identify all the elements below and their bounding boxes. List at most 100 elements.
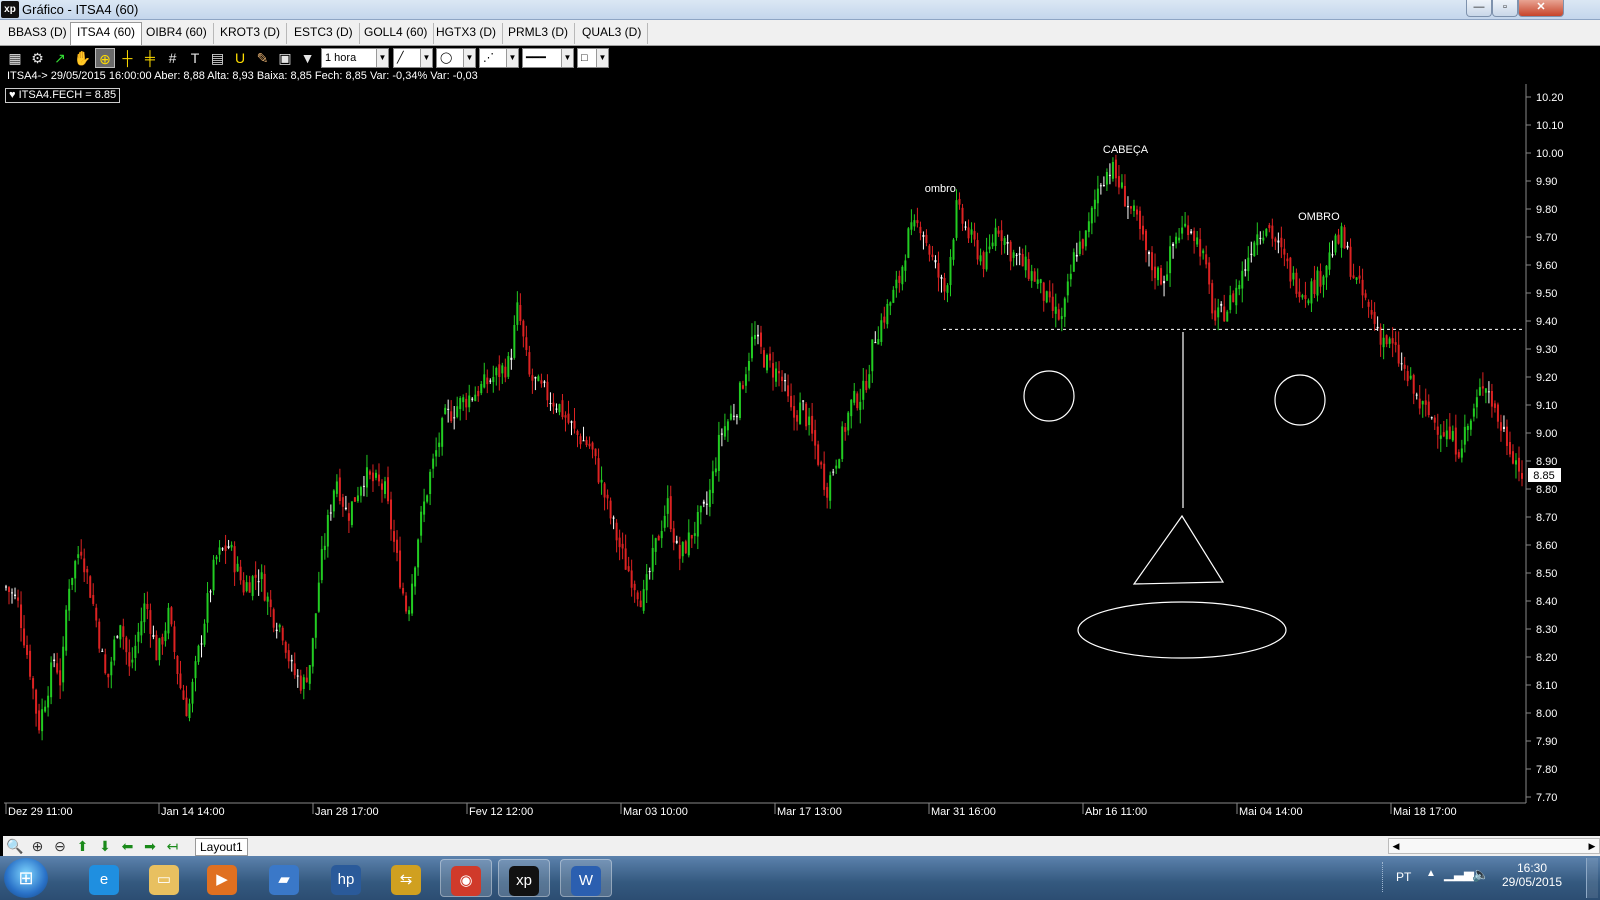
restore-button[interactable]: ▫ (1492, 0, 1518, 17)
candle-body (245, 582, 248, 592)
hand-icon[interactable]: ✋ (73, 48, 93, 68)
dropdown-arrow-icon[interactable]: ▼ (506, 49, 518, 67)
transfer-icon[interactable]: ⇆ (380, 859, 432, 897)
fan-tool-select[interactable]: ⋰ ▼ (479, 48, 519, 68)
show-hidden-icons[interactable]: ▲ (1426, 868, 1436, 879)
show-desktop-button[interactable] (1586, 858, 1598, 898)
signal-icon[interactable]: ▁▃▅ (1444, 866, 1474, 882)
dropdown-arrow-icon[interactable]: ▼ (561, 49, 573, 67)
candle-body (14, 594, 17, 596)
hp-icon-glyph: hp (331, 865, 361, 895)
chart-icon[interactable]: ▦ (5, 48, 25, 68)
chart-plot[interactable]: ombro CABEÇA OMBRO 10.20 10.10 10.00 9.90 9.80… (0, 46, 1600, 836)
color-select[interactable]: □ ▼ (577, 48, 609, 68)
zoom-icon[interactable]: 🔍 (5, 837, 25, 855)
line-tool-select[interactable]: ╱ ▼ (393, 48, 433, 68)
tab-estc3[interactable]: ESTC3 (D) (288, 23, 360, 44)
series-legend[interactable]: ♥ ITSA4.FECH = 8.85 (5, 88, 121, 103)
candle-body (1370, 310, 1373, 315)
tab-prml3[interactable]: PRML3 (D) (502, 23, 576, 44)
xp-app-icon[interactable]: xp (498, 859, 550, 897)
filter-icon[interactable]: ▼ (298, 48, 318, 68)
candle-body (1433, 417, 1436, 423)
text-icon[interactable]: T (185, 48, 205, 68)
candle-body (182, 690, 185, 700)
candle-body (645, 574, 648, 591)
chrome-icon[interactable]: ◉ (440, 859, 492, 897)
minimize-button[interactable]: — (1466, 0, 1492, 17)
candle-body (892, 289, 895, 303)
zoom-out-icon[interactable]: ⊖ (50, 837, 70, 855)
scroll-left-arrow[interactable]: ◀ (1389, 839, 1403, 853)
candle-body (1385, 335, 1388, 345)
line-style-select[interactable]: ━━━ ▼ (522, 48, 574, 68)
multi-crosshair-icon[interactable]: ╪ (140, 48, 160, 68)
scroll-right-arrow[interactable]: ▶ (1585, 839, 1599, 853)
arrow-up-icon[interactable]: ⬆ (73, 837, 93, 855)
circle-tool-select[interactable]: ◯ ▼ (436, 48, 476, 68)
horizontal-scrollbar[interactable]: ◀ ▶ (1388, 838, 1600, 854)
arrow-right-icon[interactable]: ➡ (140, 837, 160, 855)
calculator-icon[interactable]: ▤ (208, 48, 228, 68)
candle-body (738, 382, 741, 419)
magnet-icon[interactable]: U (230, 48, 250, 68)
candle-body (1517, 457, 1520, 472)
candle-body (747, 360, 750, 371)
arrow-left-icon[interactable]: ⬅ (118, 837, 138, 855)
brush-icon[interactable]: ✎ (253, 48, 273, 68)
tab-hgtx3[interactable]: HGTX3 (D) (430, 23, 503, 44)
language-indicator[interactable]: PT (1396, 870, 1411, 884)
candle-body (501, 365, 504, 374)
tab-goll4[interactable]: GOLL4 (60) (358, 23, 435, 44)
arrow-end-icon[interactable]: ↤ (163, 837, 183, 855)
word-icon[interactable]: W (560, 859, 612, 897)
candle-body (38, 710, 41, 731)
tab-oibr4[interactable]: OIBR4 (60) (140, 23, 214, 44)
zoom-in-icon[interactable]: ⊕ (28, 837, 48, 855)
clock[interactable]: 16:30 29/05/2015 (1500, 861, 1564, 889)
period-select[interactable]: 1 hora ▼ (321, 48, 389, 68)
media-player-icon[interactable]: ▶ (196, 859, 248, 897)
candle-body (1126, 206, 1129, 208)
candle-body (1298, 291, 1301, 298)
ie-icon[interactable]: e (78, 859, 130, 897)
tab-qual3[interactable]: QUAL3 (D) (576, 23, 649, 44)
explorer-icon[interactable]: ▭ (138, 859, 190, 897)
clipboard-icon[interactable]: ▣ (275, 48, 295, 68)
zoom-crosshair-icon[interactable]: ⊕ (95, 48, 115, 68)
dropdown-arrow-icon[interactable]: ▼ (596, 49, 608, 67)
tab-bbas3[interactable]: BBAS3 (D) (2, 23, 74, 44)
candle-body (865, 380, 868, 391)
tab-itsa4[interactable]: ITSA4 (60) (70, 22, 143, 45)
candle-body (630, 570, 633, 588)
crosshair-icon[interactable]: ┼ (118, 48, 138, 68)
candle-body (164, 630, 167, 642)
grid-icon[interactable]: # (163, 48, 183, 68)
candle-body (1202, 250, 1205, 254)
annotation-text[interactable]: ombro (925, 183, 956, 195)
arrow-down-icon[interactable]: ⬇ (95, 837, 115, 855)
candle-body (1376, 326, 1379, 329)
dropdown-arrow-icon[interactable]: ▼ (463, 49, 475, 67)
candle-body (1283, 248, 1286, 255)
tab-krot3[interactable]: KROT3 (D) (214, 23, 287, 44)
candle-body (86, 569, 89, 573)
dropdown-arrow-icon[interactable]: ▼ (420, 49, 432, 67)
trend-icon[interactable]: ↗ (50, 48, 70, 68)
candle-body (65, 609, 68, 651)
start-button[interactable]: ⊞ (4, 858, 48, 898)
candle-body (311, 638, 314, 667)
annotation-text[interactable]: CABEÇA (1103, 144, 1149, 156)
candle-body (1400, 363, 1403, 365)
dropdown-arrow-icon[interactable]: ▼ (376, 49, 388, 67)
annotation-text[interactable]: OMBRO (1298, 211, 1340, 223)
candle-body (543, 381, 546, 383)
close-button[interactable]: ✕ (1518, 0, 1564, 17)
network-icon[interactable]: ▰ (258, 859, 310, 897)
hp-icon[interactable]: hp (320, 859, 372, 897)
candle-body (510, 357, 513, 360)
gear-icon[interactable]: ⚙ (28, 48, 48, 68)
candle-body (513, 324, 516, 358)
layout-tab[interactable]: Layout1 (195, 838, 248, 856)
volume-icon[interactable]: 🔈 (1472, 866, 1489, 883)
